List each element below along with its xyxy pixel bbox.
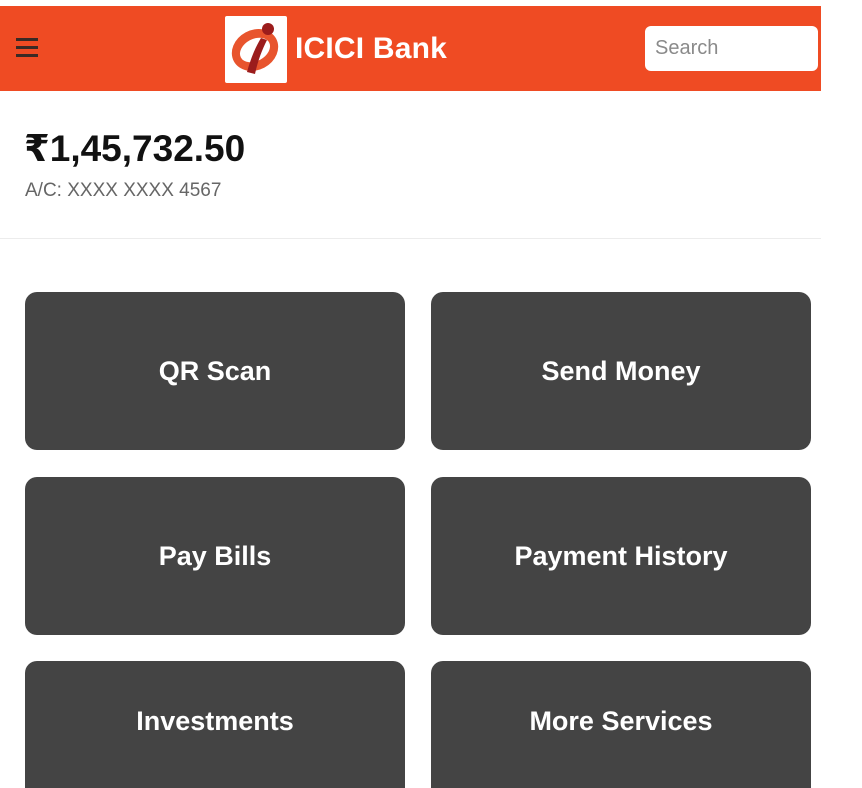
qr-scan-button[interactable]: QR Scan — [25, 292, 405, 450]
payment-history-label: Payment History — [514, 540, 728, 571]
send-money-label: Send Money — [541, 355, 701, 386]
more-services-button[interactable]: More Services — [431, 661, 811, 788]
icici-logo-icon — [225, 15, 287, 83]
send-money-button[interactable]: Send Money — [431, 292, 811, 450]
investments-button[interactable]: Investments — [25, 661, 405, 788]
search-input[interactable] — [645, 26, 818, 71]
pay-bills-button[interactable]: Pay Bills — [25, 477, 405, 635]
investments-label: Investments — [136, 705, 294, 736]
app-screen: ICICI Bank ₹1,45,732.50 A/C: XXXX XXXX 4… — [0, 0, 862, 788]
balance-card: ₹1,45,732.50 A/C: XXXX XXXX 4567 — [0, 91, 821, 239]
account-number: A/C: XXXX XXXX 4567 — [25, 180, 222, 201]
brand: ICICI Bank — [225, 14, 447, 84]
more-services-label: More Services — [529, 705, 713, 736]
pay-bills-label: Pay Bills — [158, 540, 272, 571]
qr-scan-label: QR Scan — [158, 355, 272, 386]
brand-name: ICICI Bank — [295, 32, 448, 65]
payment-history-button[interactable]: Payment History — [431, 477, 811, 635]
account-balance: ₹1,45,732.50 — [24, 128, 246, 169]
hamburger-menu-icon[interactable] — [16, 38, 38, 58]
app-header: ICICI Bank — [0, 6, 821, 91]
